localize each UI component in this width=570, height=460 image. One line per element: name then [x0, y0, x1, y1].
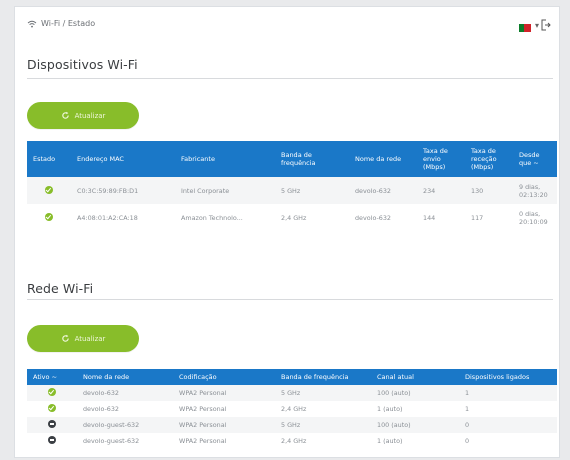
cell-band: 5 GHz — [275, 417, 371, 433]
cell-network-name: devolo-632 — [77, 385, 173, 401]
cell-network: devolo-632 — [349, 204, 417, 231]
cell-devices: 0 — [459, 417, 557, 433]
status-active-icon — [45, 212, 53, 221]
col-rx[interactable]: Taxa de receção (Mbps) — [465, 141, 513, 177]
network-table: Ativo ~ Nome da rede Codificação Banda d… — [27, 369, 557, 449]
divider — [27, 78, 553, 79]
col-tx[interactable]: Taxa de envio (Mbps) — [417, 141, 465, 177]
cell-since: 9 dias, 02:13:20 — [513, 177, 557, 204]
cell-band: 2,4 GHz — [275, 433, 371, 449]
cell-channel: 1 (auto) — [371, 401, 459, 417]
cell-channel: 1 (auto) — [371, 433, 459, 449]
col-network-name[interactable]: Nome da rede — [77, 369, 173, 385]
cell-channel: 100 (auto) — [371, 417, 459, 433]
cell-rx: 117 — [465, 204, 513, 231]
cell-band: 2,4 GHz — [275, 401, 371, 417]
status-active-icon — [48, 388, 56, 396]
cell-encryption: WPA2 Personal — [173, 385, 275, 401]
table-row[interactable]: A4:08:01:A2:CA:18 Amazon Technolo... 2,4… — [27, 204, 557, 231]
chevron-down-icon[interactable]: ▾ — [535, 21, 539, 30]
cell-network-name: devolo-guest-632 — [77, 417, 173, 433]
table-header: Ativo ~ Nome da rede Codificação Banda d… — [27, 369, 557, 385]
col-channel[interactable]: Canal atual — [371, 369, 459, 385]
col-mac[interactable]: Endereço MAC — [71, 141, 175, 177]
logout-icon[interactable] — [541, 19, 551, 31]
cell-since: 0 dias, 20:10:09 — [513, 204, 557, 231]
cell-tx: 234 — [417, 177, 465, 204]
breadcrumb-text[interactable]: Wi-Fi / Estado — [41, 19, 95, 28]
refresh-icon — [61, 334, 69, 342]
status-inactive-icon — [48, 436, 56, 444]
refresh-devices-label: Atualizar — [74, 111, 106, 120]
status-active-icon — [48, 404, 56, 412]
col-vendor[interactable]: Fabricante — [175, 141, 275, 177]
cell-channel: 100 (auto) — [371, 385, 459, 401]
table-row[interactable]: devolo-632 WPA2 Personal 5 GHz 100 (auto… — [27, 385, 557, 401]
col-connected-devices[interactable]: Dispositivos ligados — [459, 369, 557, 385]
col-status[interactable]: Estado — [27, 141, 71, 177]
cell-vendor: Amazon Technolo... — [175, 204, 275, 231]
top-bar: Wi-Fi / Estado ▾ — [15, 7, 559, 43]
table-row[interactable]: devolo-guest-632 WPA2 Personal 2,4 GHz 1… — [27, 433, 557, 449]
refresh-network-label: Atualizar — [74, 334, 106, 343]
refresh-network-button[interactable]: Atualizar — [27, 325, 139, 352]
table-header: Estado Endereço MAC Fabricante Banda de … — [27, 141, 557, 177]
table-row[interactable]: devolo-guest-632 WPA2 Personal 5 GHz 100… — [27, 417, 557, 433]
col-band[interactable]: Banda de frequência — [275, 369, 371, 385]
cell-devices: 1 — [459, 385, 557, 401]
cell-mac: C0:3C:59:89:FB:D1 — [71, 177, 175, 204]
cell-network: devolo-632 — [349, 177, 417, 204]
refresh-icon — [61, 111, 69, 119]
divider — [27, 299, 553, 300]
breadcrumb: Wi-Fi / Estado — [27, 19, 95, 28]
cell-tx: 144 — [417, 204, 465, 231]
network-section-title: Rede Wi-Fi — [27, 281, 94, 296]
refresh-devices-button[interactable]: Atualizar — [27, 102, 139, 129]
cell-band: 2,4 GHz — [275, 204, 349, 231]
col-active[interactable]: Ativo ~ — [27, 369, 77, 385]
cell-band: 5 GHz — [275, 385, 371, 401]
cell-encryption: WPA2 Personal — [173, 401, 275, 417]
table-row[interactable]: devolo-632 WPA2 Personal 2,4 GHz 1 (auto… — [27, 401, 557, 417]
devices-section-title: Dispositivos Wi-Fi — [27, 57, 138, 72]
wifi-icon — [27, 20, 37, 27]
col-band[interactable]: Banda de frequência — [275, 141, 349, 177]
cell-mac: A4:08:01:A2:CA:18 — [71, 204, 175, 231]
cell-vendor: Intel Corporate — [175, 177, 275, 204]
flag-pt-icon[interactable] — [519, 24, 531, 32]
table-row[interactable]: C0:3C:59:89:FB:D1 Intel Corporate 5 GHz … — [27, 177, 557, 204]
col-network[interactable]: Nome da rede — [349, 141, 417, 177]
cell-devices: 0 — [459, 433, 557, 449]
cell-band: 5 GHz — [275, 177, 349, 204]
main-panel: Wi-Fi / Estado ▾ Dispositivos Wi-Fi Atua… — [14, 6, 560, 458]
cell-rx: 130 — [465, 177, 513, 204]
col-since[interactable]: Desde que ~ — [513, 141, 557, 177]
cell-encryption: WPA2 Personal — [173, 433, 275, 449]
cell-network-name: devolo-632 — [77, 401, 173, 417]
devices-table: Estado Endereço MAC Fabricante Banda de … — [27, 141, 557, 231]
cell-network-name: devolo-guest-632 — [77, 433, 173, 449]
status-inactive-icon — [48, 420, 56, 428]
cell-devices: 1 — [459, 401, 557, 417]
status-active-icon — [45, 185, 53, 194]
col-encryption[interactable]: Codificação — [173, 369, 275, 385]
cell-encryption: WPA2 Personal — [173, 417, 275, 433]
